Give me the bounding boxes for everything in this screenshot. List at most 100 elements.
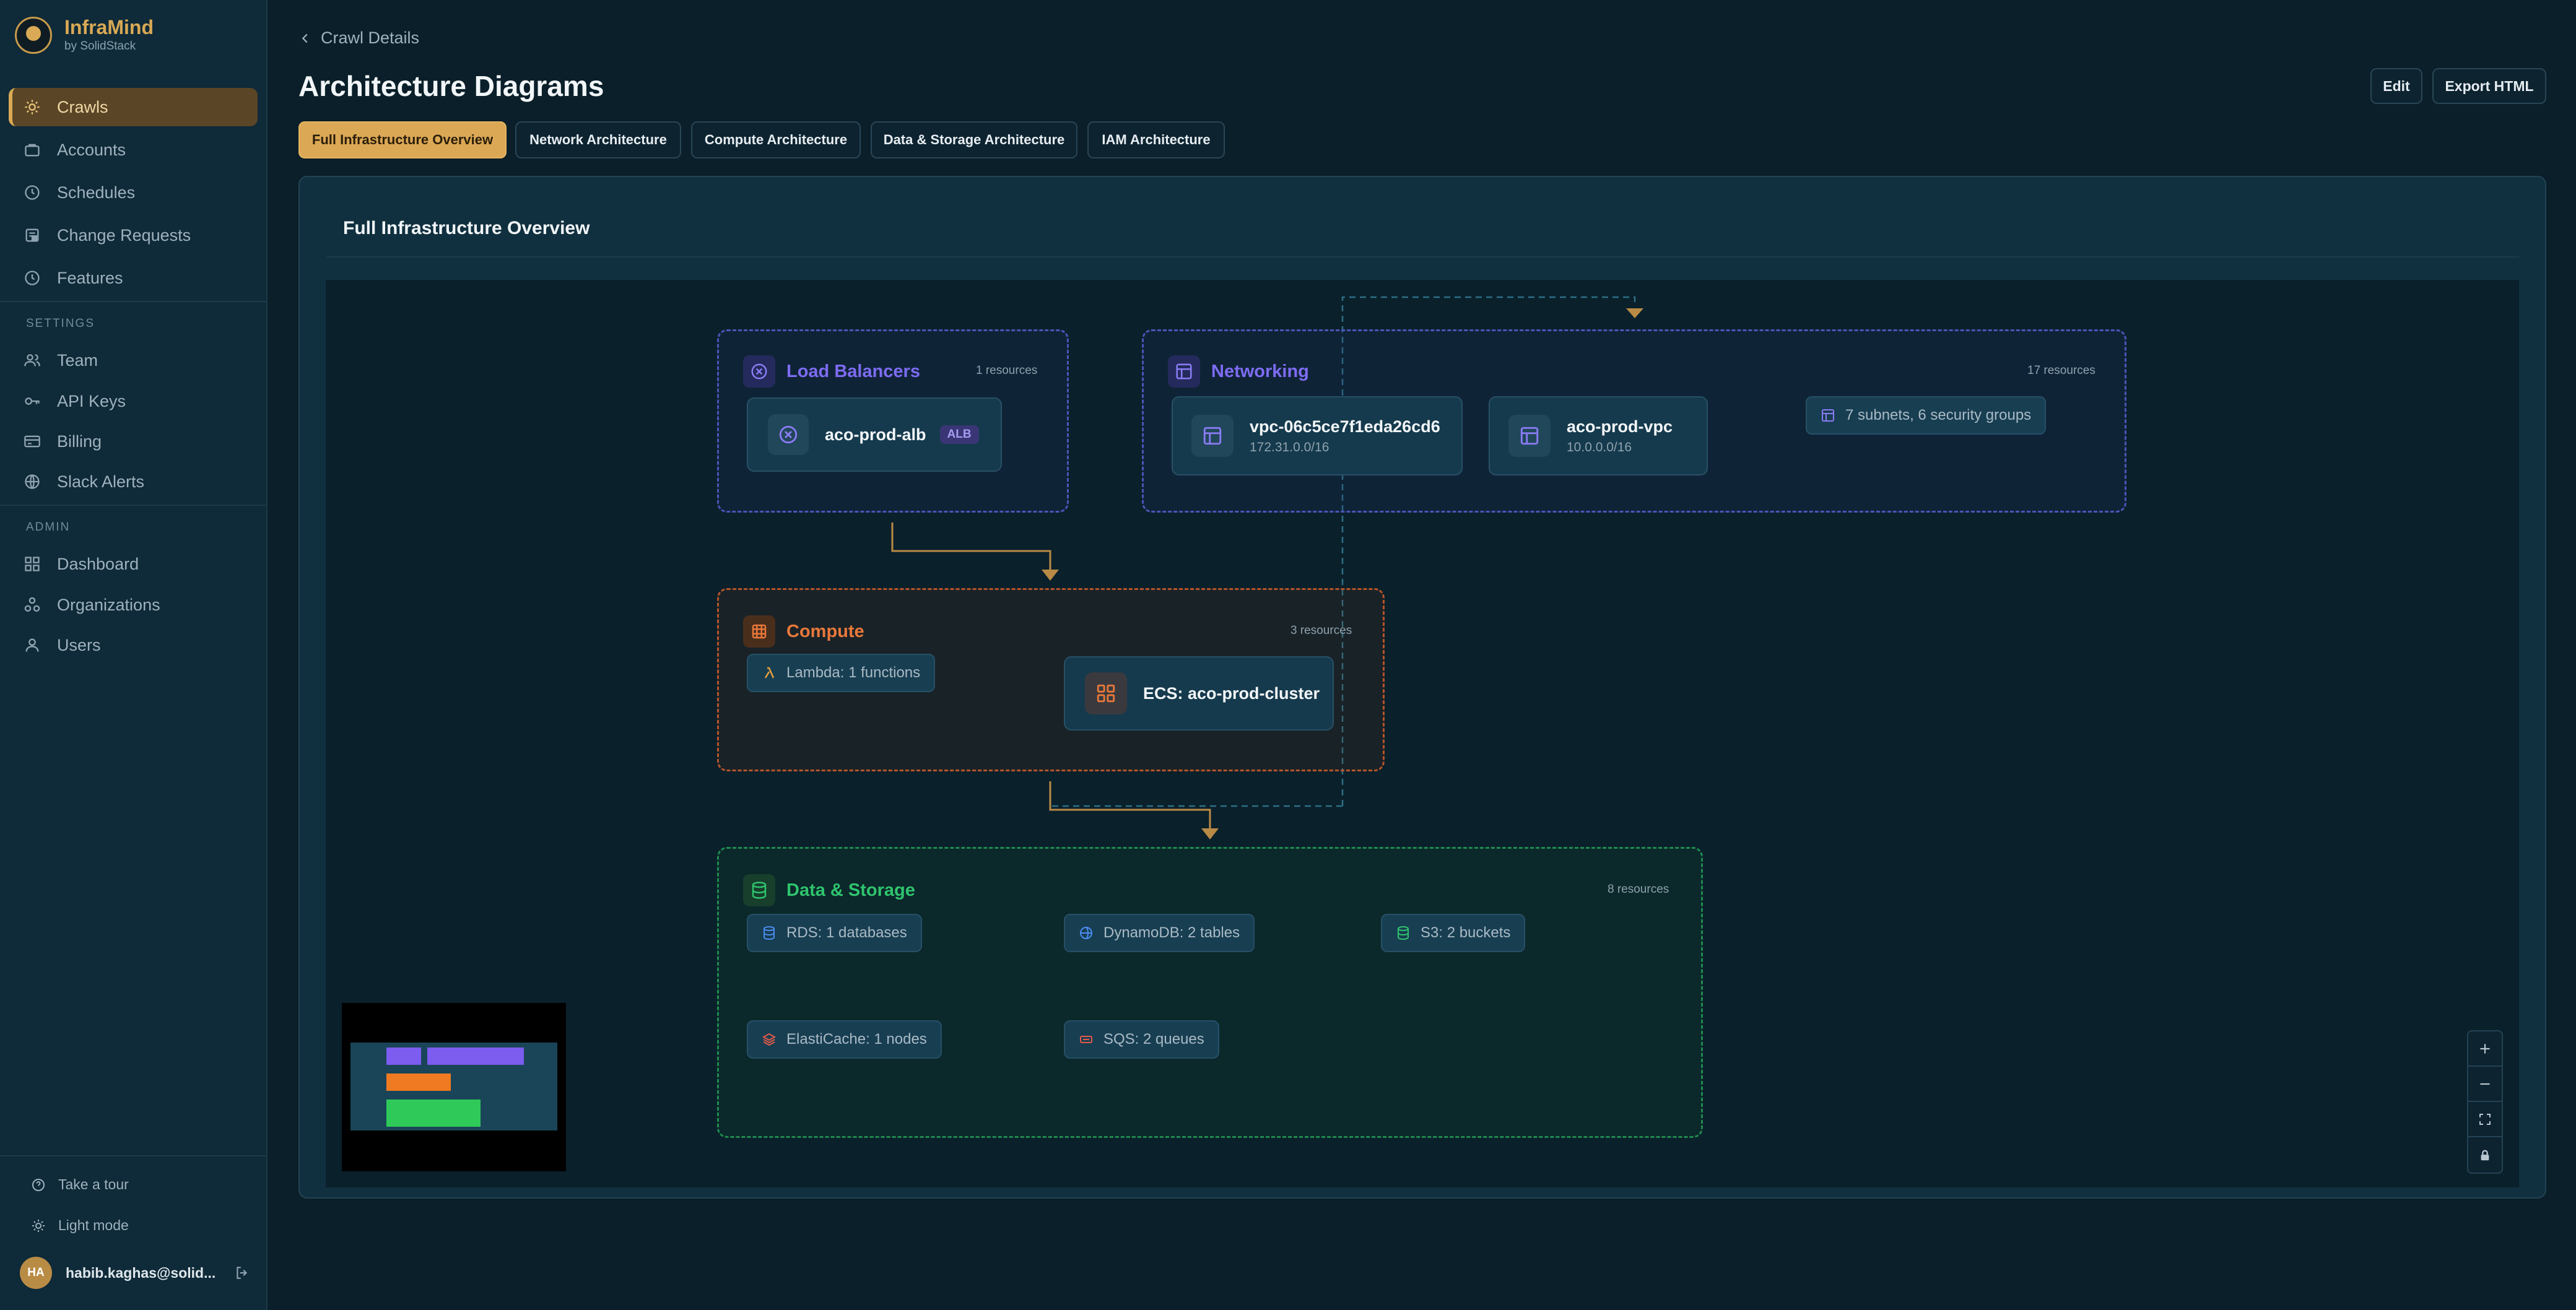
sidebar-item-crawls[interactable]: Crawls <box>9 88 258 126</box>
node-title: aco-prod-alb <box>825 425 926 444</box>
group-title: Data & Storage <box>786 880 915 900</box>
node-aco-prod-vpc[interactable]: aco-prod-vpc 10.0.0.0/16 <box>1489 396 1708 475</box>
group-compute-header: Compute <box>743 615 864 648</box>
vpc-icon <box>1508 415 1551 457</box>
chip-s3[interactable]: S3: 2 buckets <box>1381 914 1526 952</box>
arrow-head <box>1201 828 1219 839</box>
vpc-icon <box>1191 415 1234 457</box>
plus-icon <box>2480 1043 2490 1054</box>
sidebar-item-organizations[interactable]: Organizations <box>9 586 258 624</box>
inframind-logo-icon <box>15 17 52 54</box>
chevron-left-icon <box>302 33 308 43</box>
edit-button[interactable]: Edit <box>2370 68 2422 104</box>
sidebar-item-api-keys[interactable]: API Keys <box>9 382 258 420</box>
rds-icon <box>764 926 775 940</box>
chip-rds[interactable]: RDS: 1 databases <box>747 914 922 952</box>
admin-section-label: ADMIN <box>26 521 71 534</box>
diagram-minimap[interactable] <box>342 1003 566 1171</box>
zoom-in-button[interactable] <box>2468 1031 2502 1067</box>
sidebar-item-label: Accounts <box>57 140 126 159</box>
minimap-node <box>386 1048 421 1065</box>
chip-label: RDS: 1 databases <box>786 924 907 941</box>
avatar: HA <box>20 1257 52 1289</box>
chip-sqs[interactable]: SQS: 2 queues <box>1064 1020 1219 1059</box>
clock-icon <box>25 185 40 200</box>
node-title: ECS: aco-prod-cluster <box>1143 683 1320 703</box>
lock-button[interactable] <box>2468 1137 2502 1173</box>
sidebar-item-label: Organizations <box>57 595 160 614</box>
node-aco-prod-alb[interactable]: aco-prod-alb ALB <box>747 397 1002 472</box>
group-data-storage-header: Data & Storage <box>743 874 915 906</box>
sidebar-item-dashboard[interactable]: Dashboard <box>9 545 258 583</box>
arrow-head <box>1626 308 1643 318</box>
chip-label: Lambda: 1 functions <box>786 664 921 681</box>
node-title: vpc-06c5ce7f1eda26cd6 <box>1250 417 1440 436</box>
node-vpc-06c5ce7f1eda26cd6[interactable]: vpc-06c5ce7f1eda26cd6 172.31.0.0/16 <box>1172 396 1463 475</box>
panel-divider <box>327 256 2519 258</box>
minimap-node <box>427 1048 524 1065</box>
back-link-label: Crawl Details <box>321 28 420 47</box>
ecs-icon <box>1085 672 1127 714</box>
diagram-canvas[interactable]: Load Balancers 1 resources aco-prod-alb … <box>326 280 2519 1187</box>
sidebar-divider <box>0 1155 268 1156</box>
briefcase-icon <box>25 144 40 157</box>
node-title: aco-prod-vpc <box>1567 417 1673 436</box>
sidebar-item-label: Slack Alerts <box>57 472 145 491</box>
sidebar-item-accounts[interactable]: Accounts <box>9 131 258 169</box>
page-title: Architecture Diagrams <box>298 70 604 102</box>
network-icon <box>1168 355 1200 388</box>
sidebar-item-team[interactable]: Team <box>9 341 258 380</box>
back-link[interactable]: Crawl Details <box>298 28 419 48</box>
take-a-tour-link[interactable]: Take a tour <box>31 1176 129 1193</box>
fit-view-button[interactable] <box>2468 1102 2502 1137</box>
sidebar-item-features[interactable]: Features <box>9 259 258 297</box>
node-ecs-aco-prod-cluster[interactable]: ECS: aco-prod-cluster <box>1064 656 1334 731</box>
sun-icon <box>25 100 40 115</box>
take-a-tour-label: Take a tour <box>58 1176 129 1192</box>
minus-icon <box>2480 1083 2490 1085</box>
user-icon <box>25 638 39 652</box>
lock-icon <box>2481 1150 2489 1160</box>
tab-network-architecture[interactable]: Network Architecture <box>515 121 681 158</box>
sidebar-item-users[interactable]: Users <box>9 626 258 664</box>
chip-elasticache[interactable]: ElastiCache: 1 nodes <box>747 1020 942 1059</box>
user-menu[interactable]: HA habib.kaghas@solid... <box>20 1257 250 1289</box>
sidebar-item-slack-alerts[interactable]: Slack Alerts <box>9 462 258 501</box>
tab-full-infrastructure-overview[interactable]: Full Infrastructure Overview <box>298 121 507 158</box>
group-networking-header: Networking <box>1168 355 1309 388</box>
settings-section-label: SETTINGS <box>26 317 95 330</box>
sidebar-item-label: Schedules <box>57 183 136 202</box>
org-icon <box>24 597 40 612</box>
light-mode-toggle[interactable]: Light mode <box>31 1217 129 1234</box>
sidebar-item-label: Crawls <box>57 97 108 116</box>
zoom-out-button[interactable] <box>2468 1067 2502 1102</box>
users-icon <box>24 354 40 367</box>
export-html-button[interactable]: Export HTML <box>2432 68 2546 104</box>
load-balancer-icon <box>743 355 775 388</box>
grid-icon <box>25 557 40 571</box>
group-resource-count: 3 resources <box>1290 624 1352 637</box>
tab-data-storage-architecture[interactable]: Data & Storage Architecture <box>871 121 1077 158</box>
tab-iam-architecture[interactable]: IAM Architecture <box>1087 121 1225 158</box>
sidebar-item-label: Change Requests <box>57 225 191 245</box>
minimap-node <box>386 1100 481 1127</box>
chip-dynamodb[interactable]: DynamoDB: 2 tables <box>1064 914 1255 952</box>
sidebar: InfraMind by SolidStack Crawls Accounts … <box>0 0 268 1310</box>
user-email: habib.kaghas@solid... <box>66 1264 216 1281</box>
sidebar-item-label: Users <box>57 635 101 654</box>
chip-label: 7 subnets, 6 security groups <box>1845 407 2032 423</box>
sidebar-item-label: Team <box>57 350 98 370</box>
logout-icon[interactable] <box>234 1265 250 1281</box>
chip-lambda[interactable]: Lambda: 1 functions <box>747 654 936 692</box>
sidebar-item-billing[interactable]: Billing <box>9 422 258 461</box>
chip-subnets-security-groups[interactable]: 7 subnets, 6 security groups <box>1806 396 2047 435</box>
sidebar-item-schedules[interactable]: Schedules <box>9 173 258 212</box>
group-title: Load Balancers <box>786 361 920 381</box>
group-resource-count: 17 resources <box>2027 364 2095 377</box>
tab-compute-architecture[interactable]: Compute Architecture <box>691 121 861 158</box>
brand[interactable]: InfraMind by SolidStack <box>15 16 154 54</box>
sidebar-item-change-requests[interactable]: Change Requests <box>9 216 258 254</box>
s3-bucket-icon <box>1398 926 1409 940</box>
clipboard-icon <box>25 228 39 242</box>
database-icon <box>743 874 775 906</box>
